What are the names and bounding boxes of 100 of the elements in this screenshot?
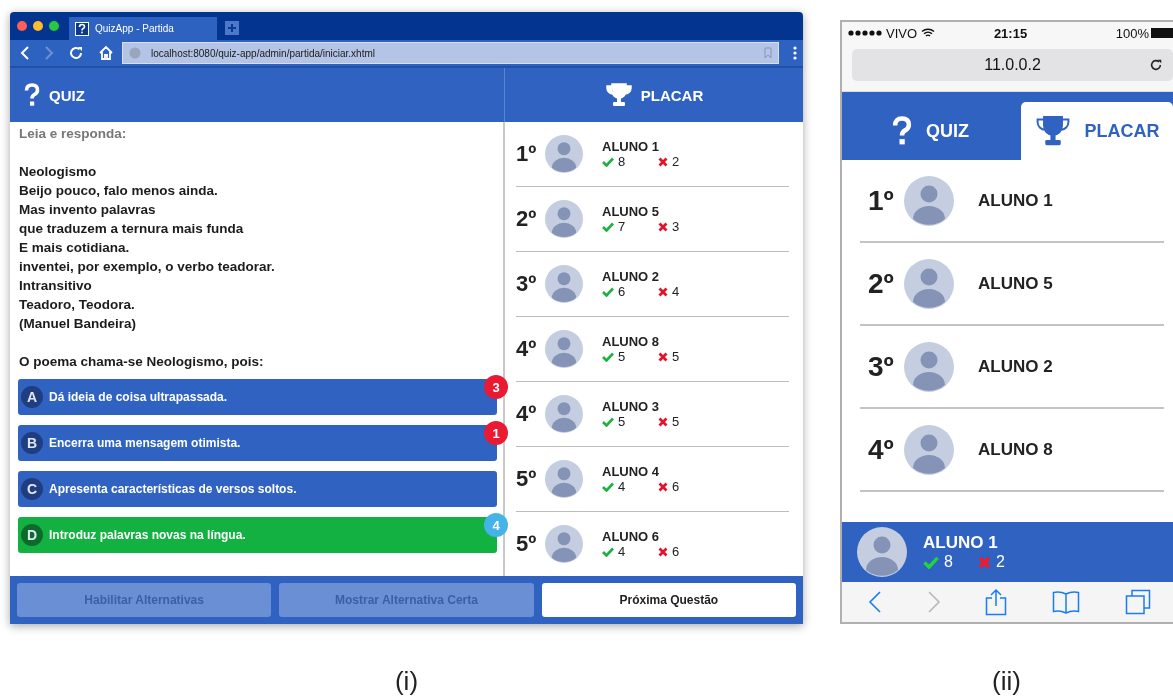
wrong-count: 3 (672, 219, 680, 234)
student-name: ALUNO 1 (923, 533, 999, 553)
option-letter: C (21, 478, 43, 500)
correct-count: 8 (618, 154, 627, 169)
avatar-icon (545, 135, 583, 173)
correct-count: 5 (618, 414, 627, 429)
rank-position: 1º (868, 184, 895, 217)
question-text: inventei, por exemplo, o verbo teadorar. (18, 258, 276, 276)
figure-caption: (i) (394, 666, 419, 697)
cross-icon (658, 481, 668, 492)
browser-tab[interactable]: QuizApp - Partida (69, 17, 217, 40)
cross-icon (658, 546, 668, 557)
student-name: ALUNO 5 (978, 273, 1053, 294)
student-name: ALUNO 3 (602, 399, 661, 414)
wrong-count: 4 (672, 284, 680, 299)
option-text: Introduz palavras novas na língua. (49, 528, 246, 542)
rank-position: 4º (516, 336, 538, 362)
question-text: Teadoro, Teodora. (18, 296, 136, 314)
correct-count: 4 (618, 479, 627, 494)
carrier-name: VIVO (886, 25, 918, 41)
avatar-icon (904, 175, 954, 226)
rank-position: 3º (516, 271, 538, 297)
action-button[interactable]: Próxima Questão (541, 583, 796, 617)
question-text: que traduzem a ternura mais funda (18, 220, 245, 238)
tabs-icon[interactable] (1124, 589, 1151, 615)
cross-icon (658, 351, 668, 362)
tab[interactable]: QUIZ (842, 102, 1019, 160)
wrong-count: 2 (672, 154, 680, 169)
menu-icon[interactable] (793, 46, 797, 60)
wrong-count: 6 (672, 479, 680, 494)
address-bar[interactable]: 11.0.0.2 (852, 49, 1173, 81)
address-bar[interactable]: localhost:8080/quiz-app/admin/partida/iniciar.xhtml (122, 42, 779, 64)
student-name: ALUNO 2 (602, 269, 661, 284)
avatar-icon (904, 258, 954, 309)
vote-count-badge: 4 (484, 513, 508, 537)
rank-position: 5º (516, 531, 538, 557)
rank-position: 4º (516, 401, 538, 427)
correct-count: 4 (618, 544, 627, 559)
check-icon (602, 546, 614, 557)
rank-position: 4º (868, 433, 895, 466)
question-text: E mais cotidiana. (18, 239, 131, 257)
question-text: (Manuel Bandeira) (18, 315, 138, 333)
question-mark-icon (24, 83, 40, 107)
globe-icon (129, 47, 141, 59)
check-icon (602, 221, 614, 232)
reload-icon[interactable] (68, 45, 84, 61)
back-icon[interactable] (868, 590, 883, 614)
new-tab-icon[interactable] (225, 21, 239, 35)
avatar-icon (545, 460, 583, 498)
signal-icon (848, 30, 882, 36)
check-icon (602, 481, 614, 492)
question-text: Mas invento palavras (18, 201, 157, 219)
share-icon[interactable] (985, 588, 1008, 616)
reload-icon[interactable] (1149, 58, 1163, 72)
student-name: ALUNO 6 (602, 529, 661, 544)
maximize-window-icon[interactable] (49, 21, 59, 31)
cross-icon (658, 286, 668, 297)
wrong-count: 5 (672, 414, 680, 429)
vote-count-badge: 3 (484, 375, 508, 399)
trophy-icon (1034, 115, 1071, 147)
bookmarks-icon[interactable] (1052, 590, 1081, 614)
option-letter: D (21, 524, 43, 546)
check-icon (602, 416, 614, 427)
question-text: O poema chama-se Neologismo, pois: (18, 353, 265, 371)
student-name: ALUNO 5 (602, 204, 661, 219)
section-header: PLACAR (505, 68, 803, 122)
question-mark-icon (892, 116, 912, 146)
option-text: Apresenta características de versos soltos. (49, 482, 297, 496)
student-name: ALUNO 8 (602, 334, 661, 349)
battery-percent: 100% (1115, 25, 1149, 41)
check-icon (602, 156, 614, 167)
rank-position: 2º (516, 206, 538, 232)
rank-position: 1º (516, 141, 538, 167)
question-text: Neologismo (18, 163, 98, 181)
option-text: Encerra uma mensagem otimista. (49, 436, 241, 450)
check-icon (602, 286, 614, 297)
rank-position: 5º (516, 466, 538, 492)
question-text: Beijo pouco, falo menos ainda. (18, 182, 219, 200)
cross-icon (658, 156, 668, 167)
avatar-icon (545, 200, 583, 238)
close-window-icon[interactable] (17, 21, 27, 31)
wrong-count: 2 (995, 553, 1005, 571)
question-mark-icon (75, 21, 89, 36)
avatar-icon (545, 330, 583, 368)
option-letter: B (21, 432, 43, 454)
avatar-icon (904, 424, 954, 475)
student-name: ALUNO 2 (978, 356, 1053, 377)
tab[interactable]: PLACAR (1021, 102, 1173, 160)
avatar-icon (545, 395, 583, 433)
home-icon[interactable] (98, 45, 114, 61)
avatar-icon (545, 525, 583, 563)
answer-option[interactable]: C Apresenta características de versos soltos. (18, 471, 497, 507)
option-letter: A (21, 386, 43, 408)
avatar-icon (857, 527, 907, 577)
minimize-window-icon[interactable] (33, 21, 43, 31)
status-time: 21:15 (993, 25, 1028, 41)
battery-icon (1151, 28, 1173, 38)
correct-count: 7 (618, 219, 627, 234)
check-icon (602, 351, 614, 362)
correct-count: 6 (618, 284, 627, 299)
